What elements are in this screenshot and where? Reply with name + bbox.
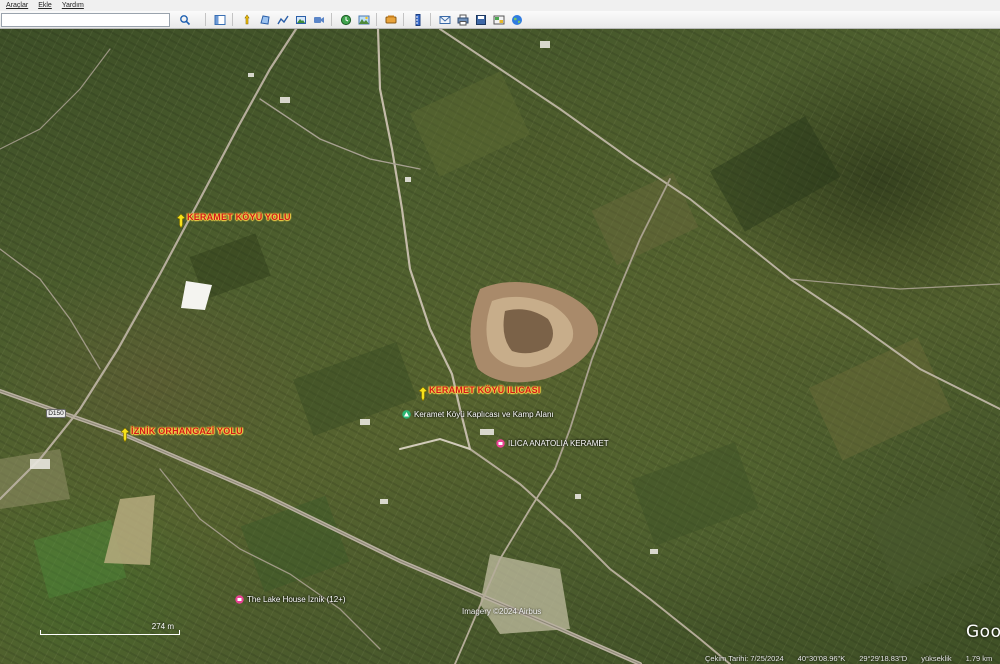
google-earth-window: Araçlar Ekle Yardım D150 KERAMET KÖYÜ YO… <box>0 0 1000 664</box>
email-button[interactable] <box>437 13 453 27</box>
path-icon <box>277 15 289 24</box>
switch-planet-button[interactable] <box>383 13 399 27</box>
toolbar-separator <box>232 13 233 26</box>
road-shield: D150 <box>46 409 66 418</box>
poi-lodging-label: The Lake House İznik (12+) <box>247 595 346 604</box>
quarry-area <box>470 281 599 383</box>
toolbar-separator <box>205 13 206 26</box>
placemark-label-iznik-orhangazi[interactable]: İZNİK ORHANGAZİ YOLU <box>131 426 243 436</box>
save-image-icon <box>476 14 486 25</box>
imagery-date: Çekim Tarihi: 7/25/2024 <box>705 654 784 663</box>
placemark-icon <box>244 13 250 24</box>
maps-icon <box>493 15 505 24</box>
ruler-icon <box>415 13 421 26</box>
add-polygon-button[interactable] <box>257 13 273 27</box>
poi-camp-label: Keramet Köyü Kaplıcası ve Kamp Alanı <box>414 410 554 419</box>
hotel-icon <box>496 439 505 448</box>
add-placemark-button[interactable] <box>239 13 255 27</box>
view-in-maps-button[interactable] <box>491 13 507 27</box>
add-path-button[interactable] <box>275 13 291 27</box>
longitude-readout: 29°29'18.83"D <box>859 654 908 663</box>
earth-button[interactable] <box>509 13 525 27</box>
toolbar-separator <box>403 13 404 26</box>
eye-altitude-readout: 1.79 km <box>965 654 993 663</box>
placemark-pin[interactable] <box>120 428 130 442</box>
email-icon <box>439 15 451 24</box>
status-bar: Çekim Tarihi: 7/25/2024 40°30'08.96"K 29… <box>0 653 1000 664</box>
planet-icon <box>385 15 397 23</box>
toolbar-separator <box>331 13 332 26</box>
imagery-credit: Imagery ©2024 Airbus <box>462 607 542 616</box>
placemark-label-keramet-ilicasi[interactable]: KERAMET KÖYÜ ILICASI <box>429 385 541 395</box>
poi-hotel[interactable]: ILICA ANATOLIA KERAMET <box>496 439 609 448</box>
scale-label: 274 m <box>151 622 174 631</box>
map-viewport[interactable]: D150 KERAMET KÖYÜ YOLU KERAMET KÖYÜ ILIC… <box>0 29 1000 664</box>
google-logo: Google <box>966 622 1000 642</box>
elevation-readout: yükseklik <box>921 654 952 663</box>
save-image-button[interactable] <box>473 13 489 27</box>
placemark-pin[interactable] <box>176 214 186 228</box>
placemark-label-keramet-yolu[interactable]: KERAMET KÖYÜ YOLU <box>187 212 291 222</box>
scale-bar: 274 m <box>40 622 180 635</box>
record-tour-icon <box>314 16 324 23</box>
toolbar <box>0 11 1000 29</box>
search-icon <box>180 14 191 25</box>
record-tour-button[interactable] <box>311 13 327 27</box>
menu-add[interactable]: Ekle <box>38 2 52 9</box>
sidebar-icon <box>214 14 226 25</box>
menu-help[interactable]: Yardım <box>62 2 84 9</box>
image-overlay-button[interactable] <box>293 13 309 27</box>
toolbar-separator <box>430 13 431 26</box>
historical-imagery-button[interactable] <box>338 13 354 27</box>
sidebar-button[interactable] <box>212 13 228 27</box>
print-icon <box>457 14 469 25</box>
pushpin-icon <box>176 214 186 228</box>
sunlight-button[interactable] <box>356 13 372 27</box>
historical-imagery-icon <box>340 14 352 25</box>
ruler-button[interactable] <box>410 13 426 27</box>
pushpin-icon <box>120 428 130 442</box>
terrain-layer <box>0 29 1000 664</box>
lodging-icon <box>235 595 244 604</box>
pushpin-icon <box>418 387 428 401</box>
camp-icon <box>402 410 411 419</box>
print-button[interactable] <box>455 13 471 27</box>
toolbar-separator <box>376 13 377 26</box>
earth-icon <box>512 14 522 25</box>
menu-tools[interactable]: Araçlar <box>6 2 28 9</box>
bright-field <box>181 281 212 310</box>
poi-camp[interactable]: Keramet Köyü Kaplıcası ve Kamp Alanı <box>402 410 554 419</box>
poi-hotel-label: ILICA ANATOLIA KERAMET <box>508 439 609 448</box>
image-overlay-icon <box>296 15 306 24</box>
search-button[interactable] <box>177 13 193 27</box>
sunlight-icon <box>358 15 370 24</box>
latitude-readout: 40°30'08.96"K <box>797 654 846 663</box>
poi-lodging[interactable]: The Lake House İznik (12+) <box>235 595 346 604</box>
placemark-pin[interactable] <box>418 387 428 401</box>
polygon-icon <box>260 14 270 25</box>
search-input[interactable] <box>1 12 170 27</box>
menu-bar: Araçlar Ekle Yardım <box>0 0 1000 11</box>
